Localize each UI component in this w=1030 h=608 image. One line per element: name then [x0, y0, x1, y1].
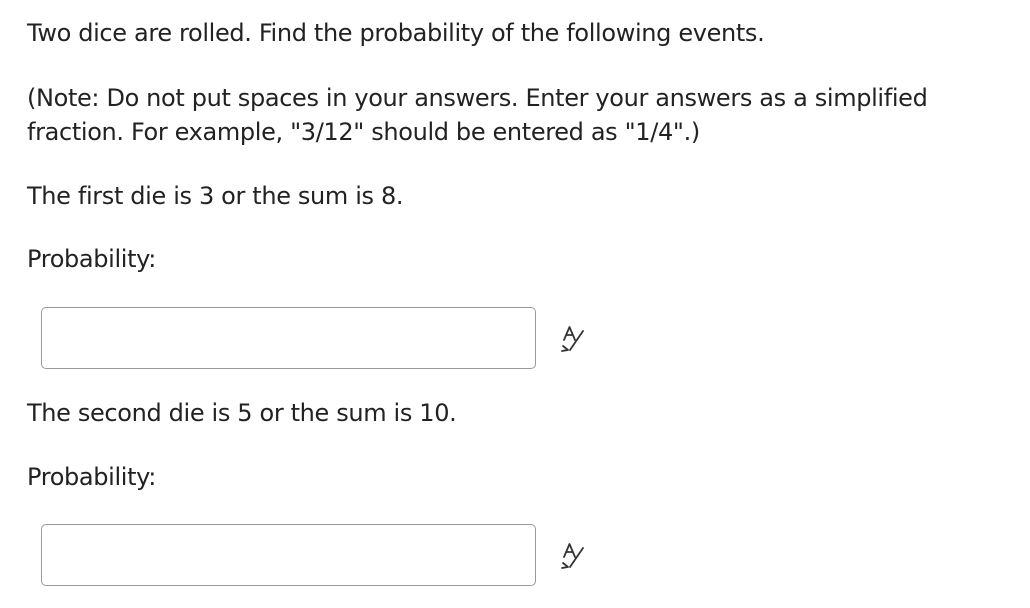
answer-row-1 [41, 307, 601, 369]
event-2-text: The second die is 5 or the sum is 10. [27, 399, 457, 427]
probability-input-1[interactable] [41, 307, 536, 369]
probability-label-1: Probability: [27, 245, 157, 273]
answer-row-2 [41, 524, 601, 586]
note-line-2: fraction. For example, "3/12" should be … [27, 118, 700, 146]
question-intro: Two dice are rolled. Find the probabilit… [27, 19, 765, 47]
note-line-1: (Note: Do not put spaces in your answers… [27, 84, 928, 112]
probability-input-2[interactable] [41, 524, 536, 586]
spell-check-icon[interactable] [559, 323, 587, 353]
spell-check-icon[interactable] [559, 540, 587, 570]
probability-label-2: Probability: [27, 463, 157, 491]
event-1-text: The first die is 3 or the sum is 8. [27, 182, 404, 210]
